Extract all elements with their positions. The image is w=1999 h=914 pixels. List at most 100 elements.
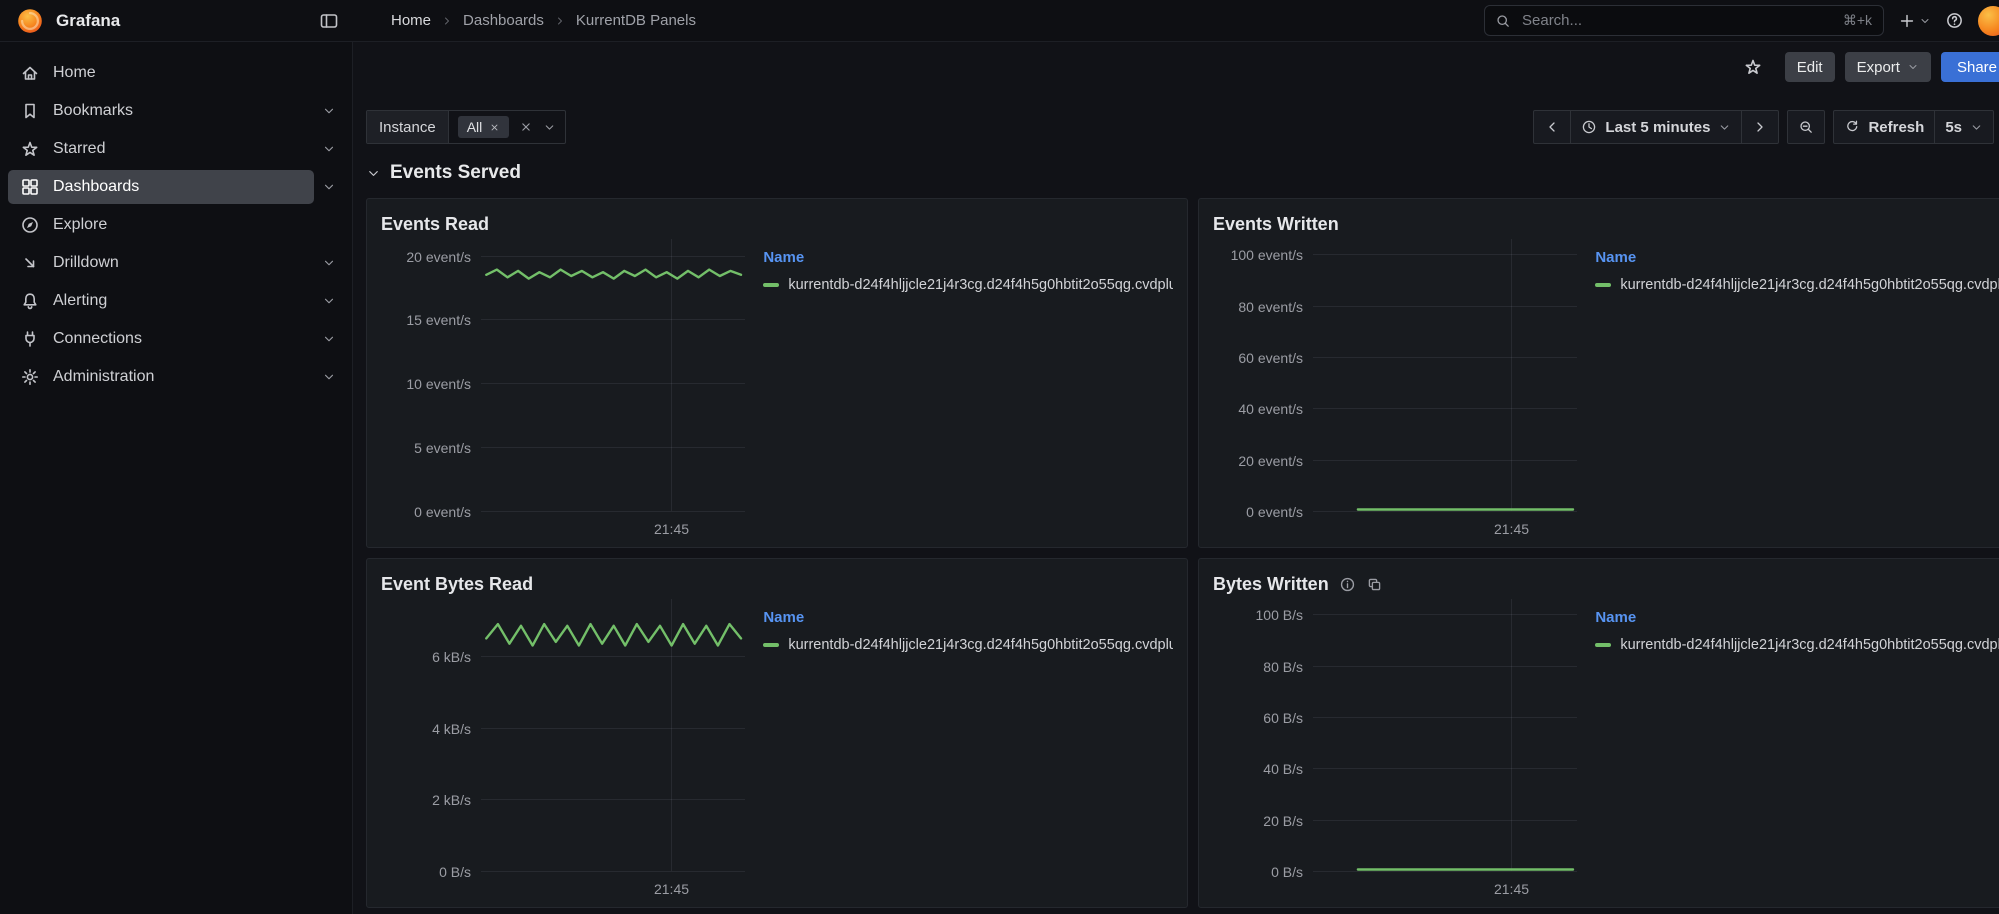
chevron-down-icon [366,166,381,181]
sidebar-item-main[interactable]: Drilldown [8,246,314,280]
chevron-down-icon[interactable] [322,142,336,156]
topbar-right: ⌘+k [1484,5,1999,36]
y-axis-tick: 60 B/s [1263,710,1303,726]
panel-header[interactable]: Event Bytes Read [381,569,1173,599]
chevron-down-icon[interactable] [322,180,336,194]
panel-link-icon[interactable] [1366,576,1383,593]
sidebar-item-main[interactable]: Connections [8,322,314,356]
chart-plot[interactable] [481,599,745,875]
time-controls: Last 5 minutes Refresh 5 [1533,110,1999,144]
chart-plot[interactable] [1313,599,1577,875]
sidebar-item-main[interactable]: Dashboards [8,170,314,204]
filter-value-chip[interactable]: All [458,116,510,138]
chevron-down-icon[interactable] [322,332,336,346]
sidebar-item-main[interactable]: Home [8,56,336,90]
sidebar-item-main[interactable]: Explore [8,208,336,242]
plug-icon [20,329,40,349]
legend-header[interactable]: Name [1595,249,1999,266]
clock-icon [1581,119,1597,135]
refresh-button[interactable]: Refresh [1833,110,1935,144]
time-back-button[interactable] [1533,110,1571,144]
x-axis: 21:45 [1313,875,1577,901]
avatar[interactable] [1978,6,1999,36]
panel-body: 100 B/s80 B/s60 B/s40 B/s20 B/s0 B/s21:4… [1213,599,1999,897]
sidebar-toggle-icon[interactable] [319,11,339,31]
sidebar-item-main[interactable]: Administration [8,360,314,394]
edit-button[interactable]: Edit [1785,52,1835,82]
chart-plot[interactable] [1313,239,1577,515]
chart-plot[interactable] [481,239,745,515]
bell-icon [20,291,40,311]
legend-item[interactable]: kurrentdb-d24f4hljjcle21j4r3cg.d24f4h5g0… [763,277,1173,293]
series-color-mark [763,283,779,287]
sidebar-item-drilldown[interactable]: Drilldown [0,244,352,282]
sidebar-item-home[interactable]: Home [0,54,352,92]
legend-header[interactable]: Name [1595,609,1999,626]
chevron-down-icon[interactable] [543,121,556,134]
sidebar-item-label: Home [53,64,96,82]
sidebar-item-alerting[interactable]: Alerting [0,282,352,320]
panel-header[interactable]: Bytes Written [1213,569,1999,599]
plus-icon [1898,12,1916,30]
panel-header[interactable]: Events Read [381,209,1173,239]
share-button[interactable]: Share [1941,52,1999,82]
sidebar-item-main[interactable]: Alerting [8,284,314,318]
search-input[interactable] [1520,11,1843,30]
legend-header[interactable]: Name [763,609,1173,626]
close-icon[interactable] [489,122,500,133]
sidebar-item-dashboards[interactable]: Dashboards [0,168,352,206]
dashboards-icon [20,177,40,197]
series-name: kurrentdb-d24f4hljjcle21j4r3cg.d24f4h5g0… [1620,277,1999,293]
compass-icon [20,215,40,235]
series-name: kurrentdb-d24f4hljjcle21j4r3cg.d24f4h5g0… [788,637,1173,653]
chevron-right-icon [441,15,453,27]
legend-header[interactable]: Name [763,249,1173,266]
sidebar-item-main[interactable]: Starred [8,132,314,166]
export-label: Export [1857,59,1900,76]
grafana-logo[interactable] [16,7,44,35]
panel-header[interactable]: Events Written [1213,209,1999,239]
sidebar-item-explore[interactable]: Explore [0,206,352,244]
sidebar-item-main[interactable]: Bookmarks [8,94,314,128]
y-axis-tick: 6 kB/s [432,649,471,665]
legend-item[interactable]: kurrentdb-d24f4hljjcle21j4r3cg.d24f4h5g0… [1595,637,1999,653]
panel-bytes-written: Bytes Written100 B/s80 B/s60 B/s40 B/s20… [1198,558,1999,908]
chevron-down-icon[interactable] [322,256,336,270]
time-forward-button[interactable] [1741,110,1779,144]
section-events-served[interactable]: Events Served [366,160,1999,186]
chevron-down-icon[interactable] [322,104,336,118]
y-axis-tick: 80 B/s [1263,659,1303,675]
search-box[interactable]: ⌘+k [1484,5,1884,36]
sidebar-item-administration[interactable]: Administration [0,358,352,396]
export-button[interactable]: Export [1845,52,1931,82]
star-button[interactable] [1743,57,1763,77]
legend: Name kurrentdb-d24f4hljjcle21j4r3cg.d24f4… [745,599,1173,897]
brand-title: Grafana [56,11,120,31]
x-axis: 21:45 [1313,515,1577,541]
help-icon[interactable] [1945,11,1964,30]
filter-clear-icon[interactable] [519,120,533,134]
series-color-mark [763,643,779,647]
sidebar-nav: Home Bookmarks Starred Dashboards Explore Dri… [0,54,352,396]
add-button[interactable] [1898,12,1931,30]
breadcrumb-dashboards[interactable]: Dashboards [463,12,544,29]
refresh-interval-button[interactable]: 5s [1934,110,1994,144]
main-content: Edit Export Share Instance All [353,42,1999,914]
chevron-down-icon[interactable] [322,370,336,384]
legend: Name kurrentdb-d24f4hljjcle21j4r3cg.d24f4… [745,239,1173,537]
legend-item[interactable]: kurrentdb-d24f4hljjcle21j4r3cg.d24f4h5g0… [1595,277,1999,293]
sidebar-item-connections[interactable]: Connections [0,320,352,358]
section-title: Events Served [390,162,521,184]
chevron-down-icon[interactable] [322,294,336,308]
zoom-out-button[interactable] [1787,110,1825,144]
info-icon[interactable] [1339,576,1356,593]
time-range-button[interactable]: Last 5 minutes [1570,110,1742,144]
y-axis-tick: 2 kB/s [432,792,471,808]
sidebar-item-bookmarks[interactable]: Bookmarks [0,92,352,130]
breadcrumb-home[interactable]: Home [391,12,431,29]
x-axis: 21:45 [481,515,745,541]
filter-label: Instance [367,111,449,143]
series-color-mark [1595,643,1611,647]
legend-item[interactable]: kurrentdb-d24f4hljjcle21j4r3cg.d24f4h5g0… [763,637,1173,653]
sidebar-item-starred[interactable]: Starred [0,130,352,168]
